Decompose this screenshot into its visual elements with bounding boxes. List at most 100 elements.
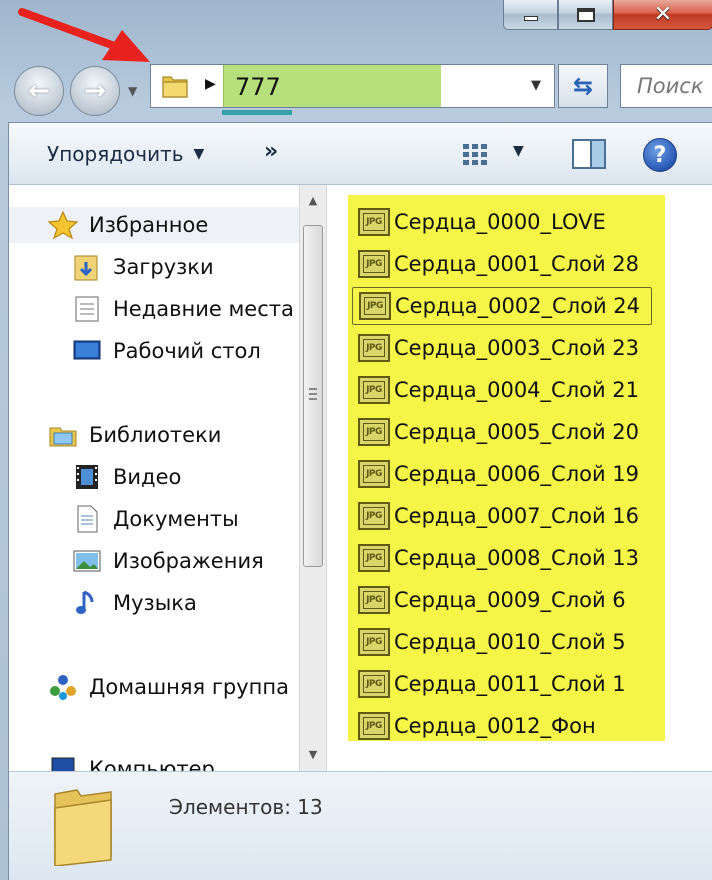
scroll-down-arrow-icon[interactable]: ▼: [300, 743, 326, 767]
file-name-label: Сердца_0006_Слой 19: [394, 462, 640, 486]
nav-item-recent-places[interactable]: Недавние места: [71, 291, 294, 327]
scroll-up-arrow-icon[interactable]: ▲: [300, 189, 326, 213]
more-commands-button[interactable]: »: [264, 139, 278, 164]
jpg-file-icon: JPG: [358, 250, 390, 278]
file-name-label: Сердца_0002_Слой 24: [395, 294, 641, 318]
breadcrumb-current-folder[interactable]: 777: [235, 73, 281, 101]
homegroup-icon: [47, 671, 79, 703]
breadcrumb-separator-icon[interactable]: ▶: [205, 76, 216, 92]
file-item[interactable]: JPG Сердца_0002_Слой 24: [352, 287, 652, 325]
address-history-dropdown[interactable]: ▼: [531, 78, 541, 93]
file-name-label: Сердца_0004_Слой 21: [394, 378, 640, 402]
nav-favorites[interactable]: Избранное: [9, 207, 299, 243]
recent-pages-dropdown[interactable]: ▼: [128, 84, 137, 98]
file-item[interactable]: JPG Сердца_0012_Фон: [352, 707, 652, 745]
arrow-left-icon: ←: [28, 76, 50, 106]
nav-item-label: Рабочий стол: [113, 339, 261, 363]
close-button[interactable]: ✕: [613, 0, 712, 30]
nav-item-documents[interactable]: Документы: [71, 501, 239, 537]
file-item[interactable]: JPG Сердца_0011_Слой 1: [352, 665, 652, 703]
jpg-file-icon: JPG: [358, 670, 390, 698]
nav-computer[interactable]: Компьютер: [47, 751, 215, 771]
address-bar[interactable]: ▶ 777 ▼: [150, 64, 555, 108]
nav-item-label: Изображения: [113, 549, 264, 573]
jpg-file-icon: JPG: [359, 292, 391, 320]
file-item[interactable]: JPG Сердца_0005_Слой 20: [352, 413, 652, 451]
file-item[interactable]: JPG Сердца_0010_Слой 5: [352, 623, 652, 661]
nav-item-label: Видео: [113, 465, 182, 489]
forward-button[interactable]: →: [70, 66, 120, 116]
jpg-file-icon: JPG: [358, 418, 390, 446]
file-item[interactable]: JPG Сердца_0001_Слой 28: [352, 245, 652, 283]
file-name-label: Сердца_0010_Слой 5: [394, 630, 626, 654]
search-input[interactable]: Поиск: [620, 64, 712, 108]
refresh-icon: ⇆: [572, 72, 594, 100]
file-item[interactable]: JPG Сердца_0007_Слой 16: [352, 497, 652, 535]
jpg-file-icon: JPG: [358, 376, 390, 404]
nav-item-downloads[interactable]: Загрузки: [71, 249, 214, 285]
maximize-icon: [576, 7, 595, 22]
nav-libraries[interactable]: Библиотеки: [47, 417, 221, 453]
file-name-label: Сердца_0000_LOVE: [394, 210, 606, 234]
organize-label: Упорядочить: [47, 142, 184, 166]
nav-item-label: Загрузки: [113, 255, 214, 279]
folder-icon: [162, 76, 188, 98]
file-item[interactable]: JPG Сердца_0009_Слой 6: [352, 581, 652, 619]
file-item[interactable]: JPG Сердца_0000_LOVE: [352, 203, 652, 241]
chevron-down-icon: ▼: [193, 146, 205, 162]
file-name-label: Сердца_0012_Фон: [394, 714, 596, 738]
nav-favorites-label: Избранное: [89, 213, 209, 237]
star-icon: [47, 209, 79, 241]
navigation-pane: Избранное Загрузки Недавние места Рабочи…: [9, 185, 299, 771]
minimize-button[interactable]: [503, 0, 558, 30]
jpg-file-icon: JPG: [358, 502, 390, 530]
change-view-icon[interactable]: [461, 141, 495, 167]
jpg-file-icon: JPG: [358, 334, 390, 362]
explorer-window: Упорядочить ▼ » ▼ ? Избранное Загрузки Н…: [8, 122, 712, 880]
file-name-label: Сердца_0009_Слой 6: [394, 588, 626, 612]
nav-homegroup[interactable]: Домашняя группа: [47, 669, 289, 705]
refresh-button[interactable]: ⇆: [558, 64, 608, 108]
command-bar: Упорядочить ▼ » ▼ ?: [9, 123, 712, 185]
scrollbar-thumb[interactable]: [303, 225, 323, 567]
jpg-file-icon: JPG: [358, 712, 390, 740]
details-pane: Элементов: 13: [9, 771, 712, 880]
desktop-icon: [71, 335, 103, 367]
file-item[interactable]: JPG Сердца_0008_Слой 13: [352, 539, 652, 577]
nav-item-desktop[interactable]: Рабочий стол: [71, 333, 261, 369]
jpg-file-icon: JPG: [358, 208, 390, 236]
nav-item-music[interactable]: Музыка: [71, 585, 197, 621]
nav-libraries-label: Библиотеки: [89, 423, 222, 447]
nav-homegroup-label: Домашняя группа: [89, 675, 289, 699]
pictures-library-icon: [71, 545, 103, 577]
nav-item-label: Документы: [113, 507, 239, 531]
maximize-button[interactable]: [558, 0, 613, 30]
file-name-label: Сердца_0007_Слой 16: [394, 504, 640, 528]
navigation-scrollbar[interactable]: ▲ ▼: [299, 185, 327, 771]
video-library-icon: [71, 461, 103, 493]
arrow-right-icon: →: [84, 76, 106, 106]
nav-item-label: Музыка: [113, 591, 197, 615]
preview-pane-icon[interactable]: [572, 139, 606, 169]
computer-icon: [47, 753, 79, 771]
nav-item-video[interactable]: Видео: [71, 459, 181, 495]
file-name-label: Сердца_0008_Слой 13: [394, 546, 640, 570]
minimize-icon: [523, 16, 538, 21]
file-name-label: Сердца_0005_Слой 20: [394, 420, 640, 444]
views-dropdown-icon[interactable]: ▼: [513, 143, 524, 159]
nav-item-label: Недавние места: [113, 297, 294, 321]
back-button[interactable]: ←: [14, 66, 64, 116]
help-button[interactable]: ?: [643, 138, 677, 172]
close-icon: ✕: [653, 2, 673, 27]
nav-item-pictures[interactable]: Изображения: [71, 543, 264, 579]
file-item[interactable]: JPG Сердца_0003_Слой 23: [352, 329, 652, 367]
file-item[interactable]: JPG Сердца_0006_Слой 19: [352, 455, 652, 493]
folder-icon: [54, 789, 112, 866]
libraries-icon: [47, 419, 79, 451]
file-name-label: Сердца_0003_Слой 23: [394, 336, 640, 360]
jpg-file-icon: JPG: [358, 586, 390, 614]
downloads-folder-icon: [71, 251, 103, 283]
file-item[interactable]: JPG Сердца_0004_Слой 21: [352, 371, 652, 409]
organize-button[interactable]: Упорядочить ▼: [47, 142, 204, 166]
scrollbar-grip-icon: [309, 388, 317, 400]
